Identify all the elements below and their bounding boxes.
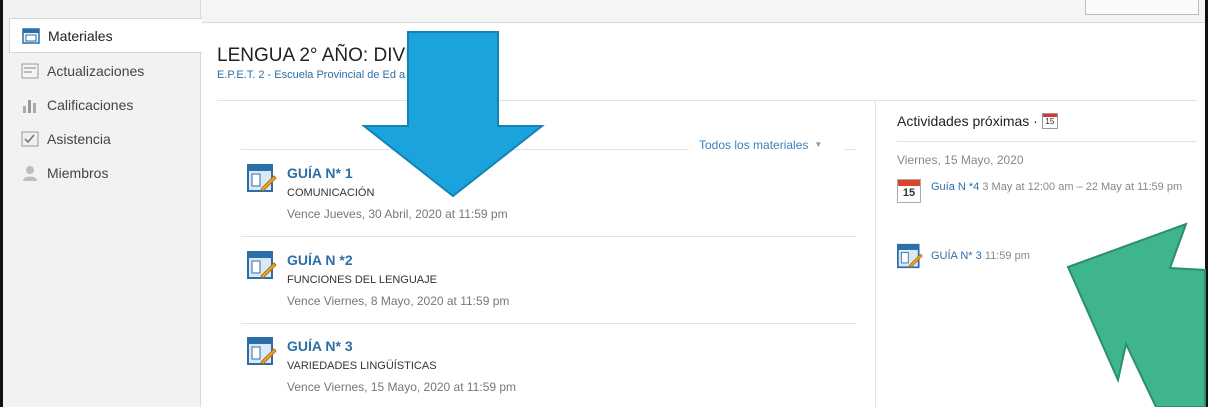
- column-divider: [875, 101, 876, 407]
- members-icon: [21, 164, 39, 182]
- material-name[interactable]: GUÍA N *2: [287, 252, 353, 268]
- event-text: Guía N *4 3 May at 12:00 am – 22 May at …: [931, 179, 1201, 196]
- material-name[interactable]: GUÍA N* 1: [287, 165, 353, 181]
- sidebar-item-miembros[interactable]: Miembros: [9, 156, 200, 189]
- upcoming-title: Actividades próximas · 15: [897, 113, 1058, 129]
- assignment-icon: [247, 163, 277, 193]
- calendar-icon: 15: [897, 179, 921, 203]
- upcoming-title-text: Actividades próximas ·: [897, 113, 1038, 129]
- material-due-date: Vence Viernes, 15 Mayo, 2020 at 11:59 pm: [287, 380, 517, 394]
- assignment-icon: [247, 336, 277, 366]
- event-text: GUÍA N* 3 11:59 pm: [931, 250, 1030, 262]
- calendar-icon[interactable]: 15: [1041, 113, 1058, 129]
- item-divider: [241, 323, 856, 324]
- materials-icon: [22, 27, 40, 45]
- assignment-icon: [897, 243, 923, 269]
- updates-icon: [21, 62, 39, 80]
- sidebar: Materiales Actualizaciones Calificacione…: [3, 0, 202, 407]
- upcoming-date: Viernes, 15 Mayo, 2020: [897, 153, 1024, 167]
- sidebar-item-label: Calificaciones: [47, 96, 134, 113]
- event-link[interactable]: GUÍA N* 3: [931, 250, 982, 262]
- attendance-icon: [21, 130, 39, 148]
- school-link[interactable]: E.P.E.T. 2 - Escuela Provincial de Ed a: [217, 69, 405, 81]
- sidebar-item-label: Miembros: [47, 164, 109, 181]
- top-bar: [200, 0, 1205, 23]
- assignment-icon: [247, 250, 277, 280]
- main-content: LENGUA 2° AÑO: DIVISIÓN 1 E.P.E.T. 2 - E…: [201, 23, 1205, 407]
- filter-label: Todos los materiales: [699, 138, 809, 152]
- filter-divider-right: [844, 149, 856, 150]
- material-item[interactable]: GUÍA N* 1 COMUNICACIÓN Vence Jueves, 30 …: [241, 163, 856, 223]
- material-description: COMUNICACIÓN: [287, 187, 375, 199]
- material-item[interactable]: GUÍA N *2 FUNCIONES DEL LENGUAJE Vence V…: [241, 250, 856, 310]
- header-divider: [217, 100, 1197, 101]
- material-description: VARIEDADES LINGÜÍSTICAS: [287, 360, 437, 372]
- sidebar-item-calificaciones[interactable]: Calificaciones: [9, 88, 200, 121]
- top-bar-button[interactable]: [1085, 0, 1199, 15]
- document-icon[interactable]: [478, 46, 495, 66]
- sidebar-item-label: Asistencia: [47, 130, 111, 147]
- material-due-date: Vence Jueves, 30 Abril, 2020 at 11:59 pm: [287, 207, 508, 221]
- course-title: LENGUA 2° AÑO: DIVISIÓN 1: [217, 45, 495, 67]
- grades-icon: [21, 96, 39, 114]
- event-time: 11:59 pm: [984, 250, 1030, 262]
- material-description: FUNCIONES DEL LENGUAJE: [287, 274, 437, 286]
- sidebar-item-label: Actualizaciones: [47, 62, 145, 79]
- upcoming-divider: [897, 141, 1197, 142]
- material-due-date: Vence Viernes, 8 Mayo, 2020 at 11:59 pm: [287, 294, 510, 308]
- material-name[interactable]: GUÍA N* 3: [287, 338, 353, 354]
- course-title-text: LENGUA 2° AÑO: DIVISIÓN 1: [217, 45, 473, 66]
- sidebar-item-materiales[interactable]: Materiales: [9, 18, 202, 53]
- material-item[interactable]: GUÍA N* 3 VARIEDADES LINGÜÍSTICAS Vence …: [241, 336, 856, 396]
- materials-filter-dropdown[interactable]: Todos los materiales ▼: [699, 138, 822, 152]
- chevron-down-icon: ▼: [814, 140, 823, 149]
- event-link[interactable]: Guía N *4: [931, 181, 979, 193]
- filter-divider-left: [241, 149, 689, 150]
- sidebar-item-asistencia[interactable]: Asistencia: [9, 122, 200, 155]
- sidebar-item-label: Materiales: [48, 27, 113, 44]
- sidebar-item-actualizaciones[interactable]: Actualizaciones: [9, 54, 200, 87]
- event-time: 3 May at 12:00 am – 22 May at 11:59 pm: [982, 181, 1183, 193]
- item-divider: [241, 236, 856, 237]
